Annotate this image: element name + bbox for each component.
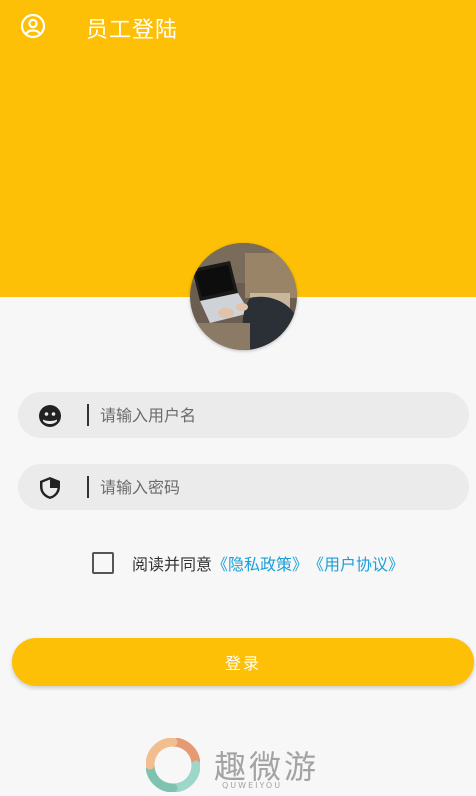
shield-icon [40,477,60,499]
agreement-text: 阅读并同意 [132,555,213,574]
privacy-policy-link[interactable]: 《隐私政策》 [212,551,308,575]
login-button[interactable]: 登录 [12,638,474,686]
username-input[interactable] [100,392,440,438]
page-title: 员工登陆 [86,18,179,43]
agree-checkbox[interactable] [92,552,114,574]
watermark-logo-icon [146,738,200,792]
user-face-icon [39,405,61,427]
username-field[interactable] [18,392,469,438]
avatar [190,243,297,350]
password-input[interactable] [100,464,440,510]
field-separator [87,404,89,426]
user-circle-icon[interactable] [20,13,46,39]
watermark-subtitle: QUWEIYOU [222,781,283,790]
user-agreement-link[interactable]: 《用户协议》 [308,551,404,575]
field-separator [87,476,89,498]
agreement-row: 阅读并同意 《隐私政策》 《用户协议》 [92,551,404,575]
password-field[interactable] [18,464,469,510]
